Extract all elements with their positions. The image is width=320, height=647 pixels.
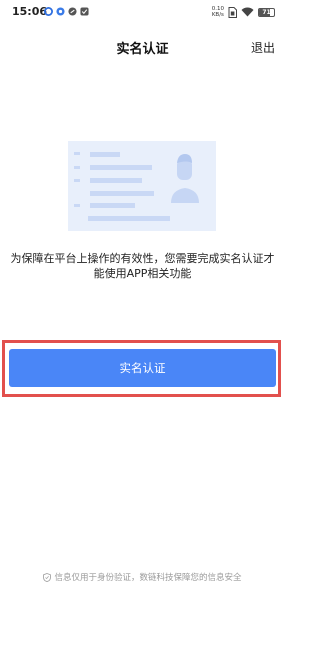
id-card-graphic — [74, 152, 199, 221]
wifi-icon — [241, 7, 254, 17]
nav-bar: 实名认证 退出 — [0, 34, 285, 60]
sync-icon — [68, 7, 77, 16]
blue-dot-icon — [56, 7, 65, 16]
id-card-illustration — [68, 141, 216, 231]
blue-circle-icon — [44, 7, 53, 16]
verification-notice: 为保障在平台上操作的有效性，您需要完成实名认证才能使用APP相关功能 — [10, 252, 275, 280]
verify-identity-button[interactable]: 实名认证 — [9, 349, 276, 387]
sim-icon — [228, 6, 237, 18]
network-speed: 0.10 KB/s — [212, 6, 224, 18]
privacy-footer: 信息仅用于身份验证，数链科技保障您的信息安全 — [0, 571, 285, 583]
gallery-icon — [80, 7, 89, 16]
exit-button[interactable]: 退出 — [251, 39, 275, 56]
battery-level: 71 — [262, 8, 271, 16]
shield-icon — [43, 572, 52, 582]
status-bar: 15:06 0.10 KB/s 71 — [0, 0, 285, 24]
page-title: 实名认证 — [116, 42, 169, 57]
network-speed-unit: KB/s — [211, 12, 224, 18]
battery-icon: 71 — [258, 7, 275, 17]
status-time: 15:06 — [12, 5, 48, 18]
avatar-icon — [171, 154, 199, 203]
privacy-footer-text: 信息仅用于身份验证，数链科技保障您的信息安全 — [54, 573, 242, 583]
